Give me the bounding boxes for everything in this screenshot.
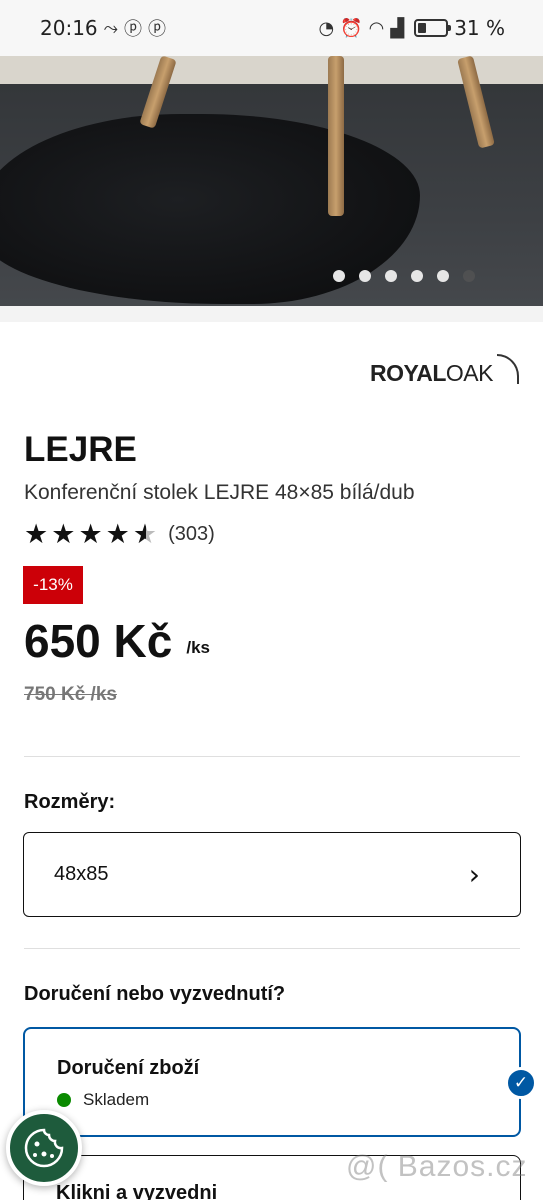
discount-badge: -13% [23,566,83,604]
battery-icon [414,19,452,37]
delivery-heading: Doručení nebo vyzvednutí? [24,983,286,1005]
current-price: 650 Kč [24,615,173,667]
pinterest-icon: ⓟ [124,19,143,40]
old-price: 750 Kč /ks [24,684,117,705]
size-value: 48x85 [54,863,109,885]
product-description: Konferenční stolek LEJRE 48×85 bílá/dub [24,481,415,504]
carousel-dot-active[interactable] [463,270,475,282]
review-count[interactable]: (303) [168,523,215,546]
watermark: @( Bazos.cz [346,1150,528,1183]
checkmark-icon: ✓ [505,1067,537,1099]
carousel-dot[interactable] [333,270,345,282]
product-image-carousel[interactable] [0,56,543,306]
price-unit: /ks [186,638,210,657]
section-gap [0,306,543,322]
stock-status: Skladem [57,1090,487,1110]
star-icon: ★ [105,519,130,550]
brand-arc-icon [497,353,519,384]
divider [24,948,520,949]
pinterest-icon: ⓟ [148,19,167,40]
size-selector[interactable]: 48x85 › [23,832,521,917]
status-time: 20:16 [40,16,98,40]
cookie-settings-button[interactable] [6,1110,82,1186]
table-leg [328,56,344,216]
carousel-dot[interactable] [385,270,397,282]
star-icon: ★ [51,519,76,550]
carousel-dot[interactable] [437,270,449,282]
divider [24,756,520,757]
stock-status-text: Skladem [83,1090,150,1109]
status-right: ◔ ⏰ ◠ ▟ 31 % [318,16,505,40]
in-stock-dot-icon [57,1093,71,1107]
status-left: 20:16 ⤳ ⓟ ⓟ [40,15,166,41]
carousel-dots[interactable] [333,270,475,282]
signal-icon: ▟ [390,17,405,39]
battery-percent: 31 % [454,16,505,40]
carousel-dot[interactable] [359,270,371,282]
delivery-option-title: Doručení zboží [57,1057,200,1079]
status-bar: 20:16 ⤳ ⓟ ⓟ ◔ ⏰ ◠ ▟ 31 % [0,0,543,56]
rating[interactable]: ★ ★ ★ ★ ★ (303) [24,521,215,548]
delivery-option-home[interactable]: Doručení zboží Skladem [23,1027,521,1137]
brand-logo-bold: ROYAL [370,360,446,386]
pickup-option-title: Klikni a vyzvedni [56,1182,218,1200]
chevron-right-icon: › [468,858,480,891]
product-name: LEJRE [24,430,137,469]
missed-call-icon: ⤳ [103,17,119,39]
brand-logo-light: OAK [445,360,494,386]
half-star-icon: ★ [132,519,158,550]
wifi-icon: ◠ [368,17,385,39]
brand-logo[interactable]: ROYAL OAK [370,353,519,387]
star-icon: ★ [24,519,49,550]
cookie-icon [24,1128,64,1168]
carousel-dot[interactable] [411,270,423,282]
size-label: Rozměry: [24,791,116,813]
star-icon: ★ [78,519,103,550]
data-saver-icon: ◔ [318,17,335,39]
alarm-icon: ⏰ [340,17,363,39]
price-row: 650 Kč /ks [24,614,210,668]
